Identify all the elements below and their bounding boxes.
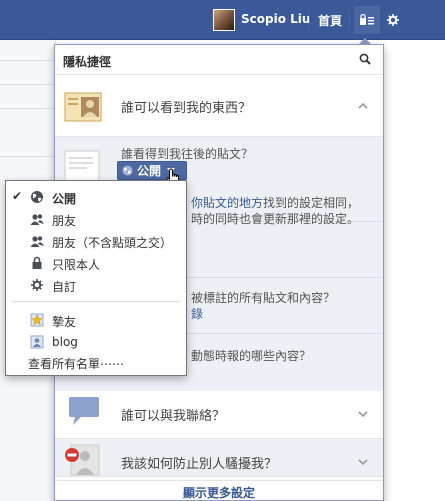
settings-button[interactable] [380, 6, 406, 34]
privacy-shortcuts-button[interactable] [354, 6, 380, 34]
activity-log-link[interactable]: 錄 [191, 305, 203, 322]
divider [0, 108, 56, 109]
menu-item-label: 摯友 [52, 315, 77, 329]
profile-card-icon [64, 92, 102, 122]
menu-item-only-me[interactable]: 只限本人 [6, 252, 186, 274]
future-posts-question: 誰看得到我往後的貼文？ [121, 147, 254, 161]
menu-item-label: 只限本人 [52, 258, 101, 272]
divider [309, 10, 310, 30]
timeline-question: 動態時報的哪些內容？ [191, 349, 312, 363]
divider [349, 10, 350, 30]
home-link[interactable]: 首頁 [318, 12, 342, 29]
menu-item-label: 自訂 [52, 280, 77, 294]
show-more-settings-link[interactable]: 顯示更多設定 [55, 481, 383, 501]
friends-icon [30, 236, 44, 247]
checkmark-icon: ✔ [12, 189, 23, 203]
chevron-down-icon [358, 459, 368, 466]
star-icon [30, 313, 44, 327]
profile-link[interactable]: Scopio Liu [241, 12, 310, 26]
audience-selector-label: 公開 [137, 164, 162, 178]
section-title: 誰可以與我聯絡？ [121, 409, 226, 424]
divider [0, 84, 56, 85]
gear-icon [31, 279, 43, 291]
your-posts-link[interactable]: 你貼文的地方 [191, 196, 263, 210]
section-contact[interactable]: 誰可以與我聯絡？ [55, 391, 383, 439]
top-navigation-bar: Scopio Liu 首頁 [0, 0, 445, 40]
panel-title: 隱私捷徑 [63, 55, 112, 69]
divider [0, 156, 56, 157]
menu-item-label: 朋友（不含點頭之交） [52, 236, 173, 250]
menu-item-custom[interactable]: 自訂 [6, 274, 186, 296]
see-all-lists-link[interactable]: 查看所有名單⋯⋯ [28, 355, 124, 372]
globe-icon [31, 191, 43, 203]
menu-item-close-friends[interactable]: 摯友 [6, 309, 186, 331]
search-icon[interactable] [359, 53, 371, 65]
note-text: 找到的設定相同， [263, 196, 360, 210]
menu-item-friends[interactable]: 朋友 [6, 208, 186, 230]
tagged-question: 被標註的所有貼文和內容？ [191, 291, 336, 305]
right-column [384, 40, 445, 501]
message-icon [69, 397, 99, 425]
chevron-up-icon [358, 102, 368, 109]
menu-item-label: blog [52, 335, 78, 349]
audience-dropdown-menu: ✔ 公開 朋友 朋友（不含點頭之交） 只限本人 自訂 摯友 blog 查看所有名… [5, 180, 187, 376]
settings-note: 你貼文的地方找到的設定相同， 時的同時也會更新那裡的設定。 [191, 195, 381, 227]
section-title: 我該如何防止別人騷擾我？ [121, 457, 278, 472]
menu-item-label: 朋友 [52, 214, 77, 228]
note-text-line2: 時的同時也會更新那裡的設定。 [191, 212, 360, 226]
menu-item-label: 公開 [52, 192, 77, 206]
section-title: 誰可以看到我的東西？ [121, 101, 252, 116]
menu-item-friends-except-acquaintances[interactable]: 朋友（不含點頭之交） [6, 230, 186, 252]
block-user-icon [65, 444, 100, 476]
avatar[interactable] [213, 9, 235, 31]
section-who-can-see[interactable]: 誰可以看到我的東西？ [55, 75, 383, 137]
list-icon [30, 335, 44, 349]
section-block[interactable]: 我該如何防止別人騷擾我？ [55, 439, 383, 481]
gear-icon [387, 14, 399, 26]
menu-item-public[interactable]: ✔ 公開 [6, 186, 186, 208]
menu-divider [12, 301, 180, 302]
friends-icon [30, 214, 44, 225]
lock-icon [32, 256, 42, 269]
menu-item-list-blog[interactable]: blog [6, 331, 186, 353]
chevron-down-icon [358, 411, 368, 418]
divider [0, 60, 56, 61]
globe-icon [122, 165, 133, 176]
lock-list-icon [360, 14, 374, 25]
panel-header: 隱私捷徑 [55, 45, 383, 75]
